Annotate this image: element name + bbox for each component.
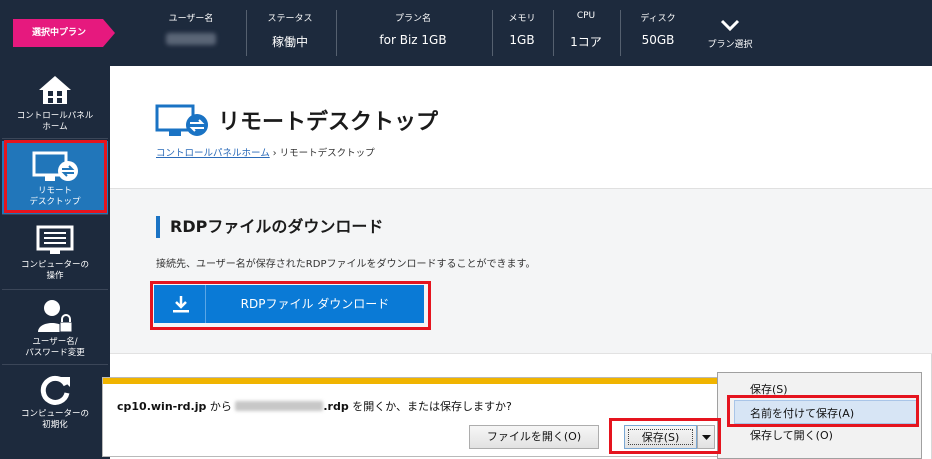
page-header: リモートデスクトップ コントロールパネルホーム › リモートデスクトップ <box>110 66 932 189</box>
status-column: ステータス 稼働中 <box>250 0 330 66</box>
username-column: ユーザー名 <box>148 0 234 66</box>
breadcrumb-separator: › <box>269 148 280 159</box>
section-title: RDPファイルのダウンロード <box>156 216 383 238</box>
menu-item-save-and-open[interactable]: 保存して開く(O) <box>750 427 833 443</box>
sidebar-item-user-password[interactable]: ユーザー名/ パスワード変更 <box>2 292 108 365</box>
computer-operation-icon <box>36 225 74 254</box>
cpu-label: CPU <box>576 11 596 21</box>
notification-stripe <box>103 378 719 384</box>
section-description: 接続先、ユーザー名が保存されたRDPファイルをダウンロードすることができます。 <box>156 259 536 270</box>
cpu-column: CPU 1コア <box>556 0 616 66</box>
notification-from: から <box>206 400 236 413</box>
memory-column: メモリ 1GB <box>496 0 548 66</box>
plan-bar: 選択中プラン ユーザー名 ステータス 稼働中 プラン名 for Biz 1GB … <box>0 0 932 66</box>
highlight-box-save <box>609 418 721 454</box>
username-label: ユーザー名 <box>168 14 214 24</box>
highlight-box-download <box>150 281 431 330</box>
memory-label: メモリ <box>508 14 536 24</box>
status-label: ステータス <box>267 14 313 24</box>
disk-column: ディスク 50GB <box>624 0 692 66</box>
disk-label: ディスク <box>640 14 676 24</box>
disk-value: 50GB <box>641 33 675 47</box>
reset-icon <box>40 375 70 405</box>
sidebar-label-reset: コンピューターの 初期化 <box>20 409 89 430</box>
remote-desktop-icon <box>155 104 208 136</box>
notification-file-ext: .rdp <box>323 400 349 413</box>
plan-name-value: for Biz 1GB <box>379 33 447 47</box>
plan-name-label: プラン名 <box>394 14 431 24</box>
open-file-button[interactable]: ファイルを開く(O) <box>469 425 599 449</box>
cpu-value: 1コア <box>570 35 602 49</box>
sidebar-label-computer-operation: コンピューターの 操作 <box>20 260 89 281</box>
chevron-down-icon <box>720 19 740 32</box>
selected-plan-badge: 選択中プラン <box>13 19 115 47</box>
user-lock-icon <box>38 300 73 333</box>
highlight-box-sidebar <box>4 140 107 213</box>
sidebar-item-reset[interactable]: コンピューターの 初期化 <box>2 367 108 459</box>
breadcrumb-home-link[interactable]: コントロールパネルホーム <box>156 148 270 159</box>
status-value: 稼働中 <box>271 35 308 49</box>
redacted-filename <box>235 401 324 411</box>
selected-plan-label: 選択中プラン <box>31 28 86 38</box>
sidebar: コントロールパネル ホーム リモート デスクトップ コンピューターの 操作 ユー… <box>0 66 110 459</box>
memory-value: 1GB <box>509 33 535 47</box>
breadcrumb: コントロールパネルホーム › リモートデスクトップ <box>156 145 375 159</box>
notification-question: を開くか、または保存しますか? <box>348 400 512 413</box>
home-icon <box>39 76 71 104</box>
highlight-box-save-as <box>727 395 919 427</box>
plan-select-label: プラン選択 <box>707 40 753 50</box>
plan-select-button[interactable]: プラン選択 <box>700 0 760 66</box>
sidebar-item-computer-operation[interactable]: コンピューターの 操作 <box>2 217 108 290</box>
page-title: リモートデスクトップ <box>218 110 439 135</box>
plan-name-column: プラン名 for Biz 1GB <box>340 0 486 66</box>
sidebar-item-home[interactable]: コントロールパネル ホーム <box>2 66 108 139</box>
sidebar-label-user-password: ユーザー名/ パスワード変更 <box>25 337 85 358</box>
notification-message: cp10.win-rd.jp から .rdp を開くか、または保存しますか? <box>117 398 512 414</box>
breadcrumb-current: リモートデスクトップ <box>279 148 375 159</box>
notification-host: cp10.win-rd.jp <box>117 400 207 413</box>
sidebar-label-home: コントロールパネル ホーム <box>16 111 94 132</box>
username-value <box>148 33 234 48</box>
